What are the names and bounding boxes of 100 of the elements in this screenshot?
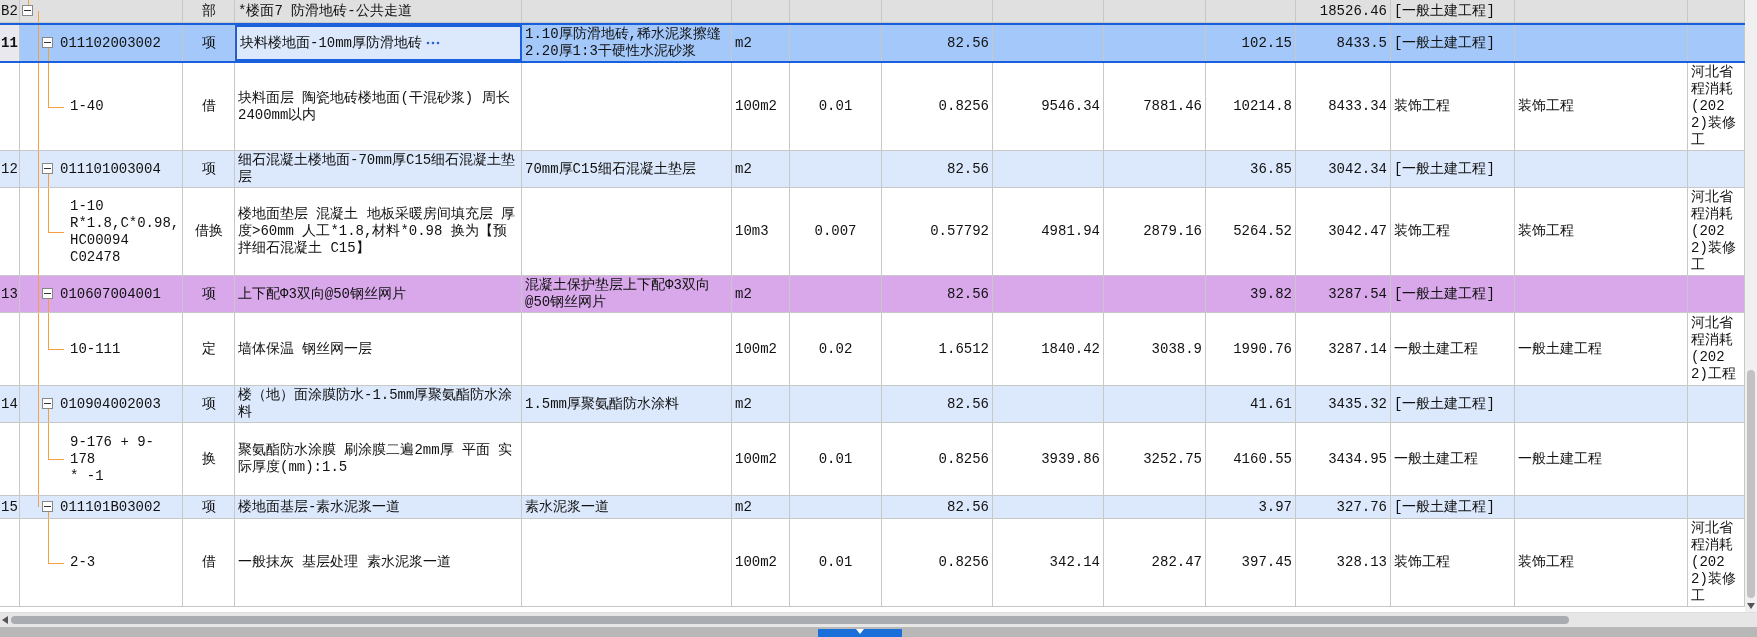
table-cell: 82.56 [947,498,989,516]
scrollbar-thumb[interactable] [1747,370,1755,598]
table-row[interactable]: 1-40 借 块料面层 陶瓷地砖楼地面(干混砂浆) 周长2400mm以内 100m2 0.01 0.8256 9546.34 7881.46 10214.8 8433.34 装饰工程 装饰工程 河北省程消耗(2022)装修工 [0,63,1745,151]
code-cell: 010607004001 [60,285,161,303]
unit-cell: 100m2 [735,98,777,115]
collapse-icon[interactable] [42,37,53,48]
table-cell: 装饰工程 [1394,98,1450,115]
table-cell: 3252.75 [1143,450,1202,468]
scrollbar-thumb[interactable] [11,616,1569,624]
table-cell: 3287.14 [1328,340,1387,358]
table-cell: 装饰工程 [1394,554,1450,571]
table-cell: [一般土建工程] [1394,285,1495,303]
collapse-icon[interactable] [42,163,53,174]
table-cell-text: 河北省程消耗(2022)装修工 [1691,64,1737,149]
table-cell: 8433.5 [1336,34,1387,52]
name-field[interactable]: 块料楼地面-10mm厚防滑地砖 [235,25,522,61]
table-cell: [一般土建工程] [1394,34,1495,52]
row-number: 15 [1,498,18,516]
horizontal-scrollbar[interactable] [0,612,1757,627]
name-cell: 上下配Φ3双向@50钢丝网片 [238,285,406,303]
collapse-icon[interactable] [42,288,53,299]
type-cell: 项 [201,285,216,303]
table-cell: 82.56 [947,395,989,413]
left-arrow-icon[interactable] [2,616,8,624]
name-cell-text: 楼（地）面涂膜防水-1.5mm厚聚氨酯防水涂料 [238,387,514,421]
feature-cell: 1.5mm厚聚氨酯防水涂料 [525,395,679,413]
table-row[interactable]: 1-10 R*1.8,C*0.98, HC00094 C02478 借换 楼地面垫层 混凝土 地板采暖房间填充层 厚度>60mm 人工*1.8,材料*0.98 换为【预拌细石混凝土 C15】 10m3 0.007 0.57792 4981.94 2879.16 5264.52 3042.47 装饰工程 装饰工程 河北省程消耗(2022)装修工 [0,188,1745,276]
table-cell: 4160.55 [1233,450,1292,468]
table-cell: [一般土建工程] [1394,498,1495,516]
table-cell: 36.85 [1250,160,1292,178]
feature-cell: 1.10厚防滑地砖,稀水泥浆擦缝 2.20厚1:3干硬性水泥砂浆 [525,26,721,60]
table-cell: 3939.86 [1041,450,1100,468]
collapse-icon[interactable] [42,398,53,409]
unit-cell: m2 [735,160,752,178]
row-number: 12 [1,160,18,178]
table-row[interactable]: 15 011101B03002 项 楼地面基层-素水泥浆一道 素水泥浆一道 m2 82.56 3.97 327.76 [一般土建工程] [0,496,1745,519]
row-number: 11 [1,34,18,52]
table-cell: 4981.94 [1041,223,1100,240]
code-cell: 010904002003 [60,395,161,413]
table-cell: 328.13 [1336,554,1387,571]
more-icon[interactable] [426,41,440,45]
name-cell-text: 块料面层 陶瓷地砖楼地面(干混砂浆) 周长2400mm以内 [238,89,511,124]
table-cell: 一般土建工程 [1394,340,1478,358]
feature-cell: 素水泥浆一道 [525,498,609,516]
unit-cell: m2 [735,34,752,52]
table-cell: 10214.8 [1233,98,1292,115]
vertical-scrollbar[interactable] [1745,0,1757,612]
type-cell: 定 [201,340,216,358]
table-cell: 0.01 [818,98,853,115]
table-row[interactable]: B2 部 *楼面7 防滑地砖-公共走道 18526.46 [一般土建工程] [0,0,1745,23]
type-cell: 借 [201,98,216,115]
table-cell: 3287.54 [1328,285,1387,303]
unit-cell: 100m2 [735,554,777,571]
type-cell: 项 [201,498,216,516]
table-cell-text: 河北省程消耗(2022)装修工 [1691,189,1737,274]
table-cell: 7881.46 [1143,98,1202,115]
table-cell: 327.76 [1336,498,1387,516]
table-cell: 8433.34 [1328,98,1387,115]
table-cell: 0.01 [818,450,853,468]
name-cell: 一般抹灰 基层处理 素水泥浆一道 [238,554,451,571]
name-cell: *楼面7 防滑地砖-公共走道 [238,2,412,20]
type-cell: 部 [201,2,216,20]
table-cell: 1990.76 [1233,340,1292,358]
table-cell: 82.56 [947,285,989,303]
table-cell: 1840.42 [1041,340,1100,358]
table-cell: 1.6512 [938,340,989,358]
table-cell: [一般土建工程] [1394,2,1495,20]
code-cell: 011101B03002 [60,498,161,516]
code-cell: 1-10 R*1.8,C*0.98, HC00094 C02478 [70,197,180,266]
unit-cell: m2 [735,285,752,303]
name-cell-text: 聚氨酯防水涂膜 刷涂膜二遍2mm厚 平面 实际厚度(mm):1.5 [238,442,514,476]
table-cell-text: 河北省程消耗(2022)装修工 [1691,520,1737,605]
table-row[interactable]: 2-3 借 一般抹灰 基层处理 素水泥浆一道 100m2 0.01 0.8256 342.14 282.47 397.45 328.13 装饰工程 装饰工程 河北省程消耗(2022)装修工 [0,519,1745,607]
name-cell: 楼地面基层-素水泥浆一道 [238,498,401,516]
table-cell: 一般土建工程 [1518,340,1602,358]
down-arrow-icon[interactable] [1747,603,1755,609]
table-cell: 0.57792 [930,223,989,240]
collapse-icon[interactable] [22,5,33,16]
code-cell: 10-111 [70,340,121,358]
table-cell: 0.8256 [938,554,989,571]
table-cell: 3042.47 [1328,223,1387,240]
table-cell: 82.56 [947,160,989,178]
splitter-handle[interactable] [818,629,902,637]
table-row[interactable]: 9-176 + 9-178 * -1 换 聚氨酯防水涂膜 刷涂膜二遍2mm厚 平面 实际厚度(mm):1.5 100m2 0.01 0.8256 3939.86 3252.75 4160.55 3434.95 一般土建工程 一般土建工程 [0,423,1745,496]
code-cell-text: 9-176 + 9-178 * -1 [70,433,155,485]
table-cell: 装饰工程 [1518,554,1574,571]
type-cell: 项 [201,395,216,413]
table-cell: 3434.95 [1328,450,1387,468]
row-number: 13 [1,285,18,303]
unit-cell: m2 [735,395,752,413]
table-cell: 82.56 [947,34,989,52]
table-cell: 装饰工程 [1394,223,1450,240]
table-cell: 3.97 [1258,498,1292,516]
table-row[interactable]: 10-111 定 墙体保温 钢丝网一层 100m2 0.02 1.6512 1840.42 3038.9 1990.76 3287.14 一般土建工程 一般土建工程 河北省程消耗(2022)工程 [0,313,1745,386]
table-cell: 3038.9 [1151,340,1202,358]
table-row[interactable]: 13 010607004001 项 上下配Φ3双向@50钢丝网片 混凝土保护垫层上下配Φ3双向@50钢丝网片 m2 82.56 39.82 3287.54 [一般土建工程] [0,276,1745,313]
unit-cell: m2 [735,498,752,516]
collapse-icon[interactable] [42,501,53,512]
table-cell: 3042.34 [1328,160,1387,178]
table-cell: 3435.32 [1328,395,1387,413]
